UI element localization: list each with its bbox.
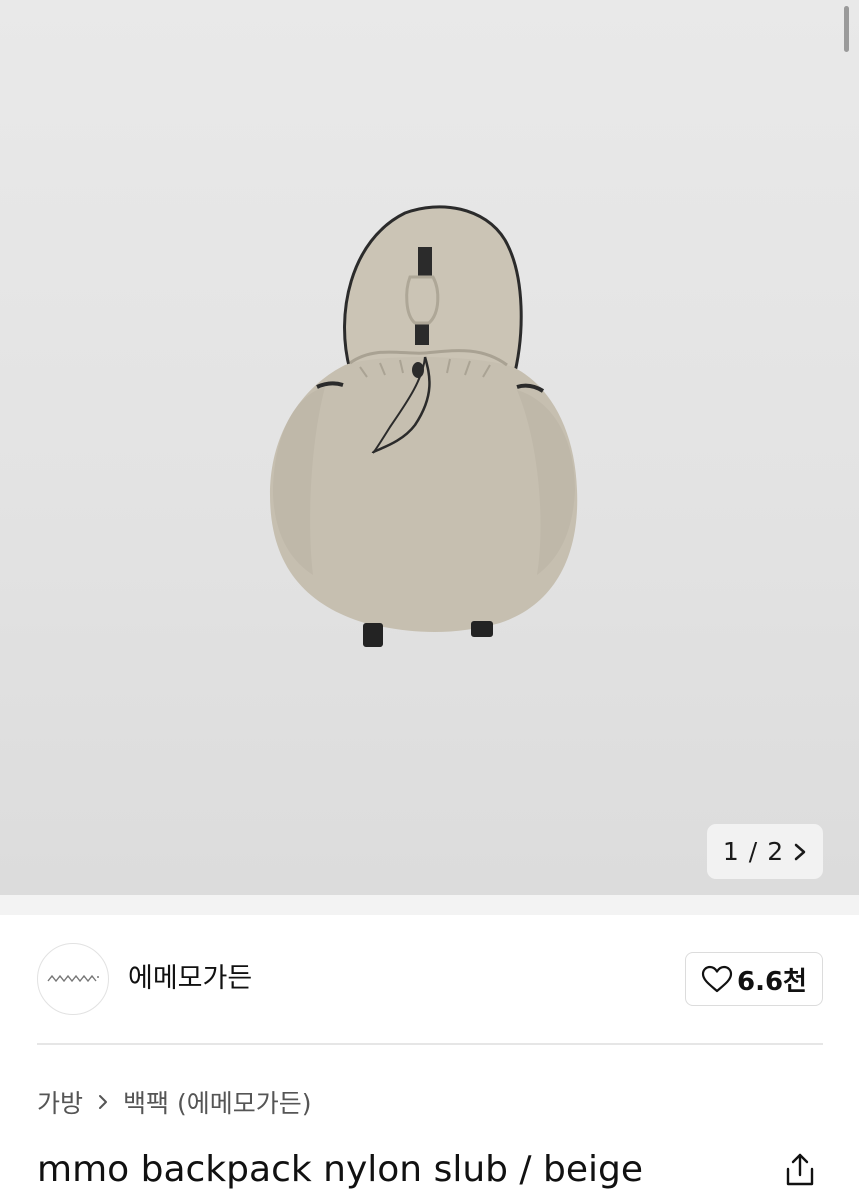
pager-total: 2 [767, 837, 784, 866]
product-title: mmo backpack nylon slub / beige [37, 1149, 644, 1190]
shop-info-row: 에메모가든 6.6천 [37, 943, 823, 1017]
breadcrumb: 가방 백팩 (에메모가든) [37, 1084, 311, 1120]
share-icon[interactable] [780, 1150, 820, 1190]
pager-separator: / [748, 837, 758, 866]
section-gap [0, 895, 859, 915]
image-pager[interactable]: 1 / 2 [707, 824, 823, 879]
scroll-indicator[interactable] [844, 6, 849, 52]
shop-avatar[interactable] [37, 943, 109, 1015]
divider [37, 1043, 823, 1045]
breadcrumb-item-bags[interactable]: 가방 [37, 1084, 83, 1120]
breadcrumb-item-backpack[interactable]: 백팩 (에메모가든) [123, 1084, 311, 1120]
chevron-right-icon[interactable] [793, 843, 807, 861]
chevron-right-icon [99, 1095, 108, 1109]
heart-outline-icon [701, 965, 733, 993]
shop-name[interactable]: 에메모가든 [128, 961, 252, 997]
like-count: 6.6천 [737, 966, 807, 997]
backpack-product-image [270, 205, 578, 647]
wave-logo-icon [47, 974, 99, 983]
pager-current: 1 [722, 837, 739, 866]
product-image-carousel[interactable]: 1 / 2 [0, 0, 859, 895]
like-button[interactable]: 6.6천 [685, 952, 823, 1006]
